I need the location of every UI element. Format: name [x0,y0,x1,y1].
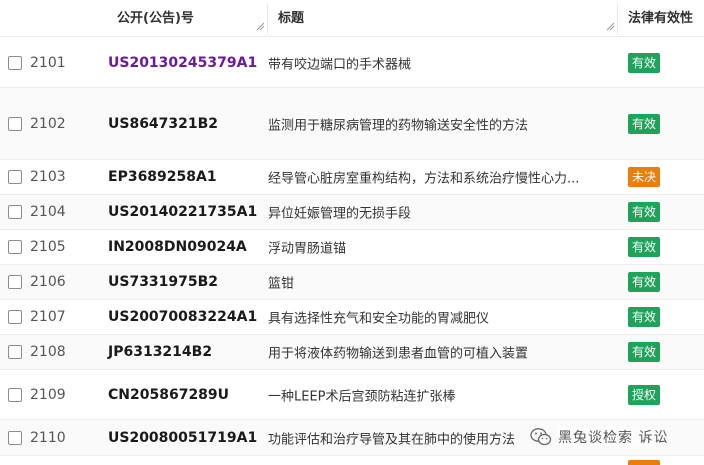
row-number: 2102 [30,115,66,132]
status-badge: 有效 [628,237,661,257]
status-badge: 有效 [628,307,661,327]
publication-number[interactable]: EP3689258A1 [108,169,217,185]
watermark: 黑兔谈检索 诉讼 [530,424,669,450]
row-number: 2103 [30,169,66,185]
table-row[interactable]: 2102 US8647321B2 监测用于糖尿病管理的药物输送安全性的方法 有效 [0,88,704,160]
column-header-legal-status[interactable]: 法律有效性 [628,0,693,37]
table-row[interactable]: 2103 EP3689258A1 经导管心脏房室重构结构，方法和系统治疗慢性心力..… [0,160,704,195]
row-checkbox[interactable] [8,55,22,70]
row-number: 2109 [30,386,66,403]
status-badge: 授权 [628,384,661,405]
table-row[interactable]: 2101 US20130245379A1 带有咬边端口的手术器械 有效 [0,38,704,88]
column-header-title[interactable]: 标题 [278,0,304,37]
publication-number[interactable]: US20140221735A1 [108,204,257,220]
publication-number[interactable]: US20130245379A1 [108,55,257,71]
column-divider [617,4,618,34]
column-divider [267,4,268,34]
publication-number[interactable]: US8647321B2 [108,116,218,132]
patent-title: 经导管心脏房室重构结构，方法和系统治疗慢性心力... [268,171,580,187]
status-badge-partial [628,460,660,465]
row-checkbox[interactable] [8,310,22,324]
publication-number[interactable]: US20080051719A1 [108,430,257,446]
row-number: 2108 [30,344,66,360]
patent-title: 带有咬边端口的手术器械 [268,57,412,72]
status-badge: 有效 [628,52,661,73]
patent-title: 监测用于糖尿病管理的药物输送安全性的方法 [268,118,529,133]
publication-number[interactable]: IN2008DN09024A [108,239,247,255]
row-checkbox[interactable] [8,116,22,131]
row-number: 2107 [30,309,66,325]
patent-title: 浮动胃肠道锚 [268,241,347,257]
status-badge: 有效 [628,272,661,292]
patent-title: 具有选择性充气和安全功能的胃减肥仪 [268,311,490,327]
table-header: 公开(公告)号 标题 法律有效性 [0,0,704,37]
table-row[interactable]: 2106 US7331975B2 篮钳 有效 [0,265,704,300]
publication-number[interactable]: JP6313214B2 [108,344,212,360]
status-badge: 有效 [628,113,661,134]
row-checkbox[interactable] [8,170,22,184]
publication-number[interactable]: US20070083224A1 [108,309,257,325]
status-badge: 未决 [628,167,661,187]
row-number: 2110 [30,429,66,446]
row-number: 2101 [30,54,66,71]
column-header-publication-number[interactable]: 公开(公告)号 [117,0,194,37]
table-row[interactable]: 2108 JP6313214B2 用于将液体药物输送到患者血管的可植入装置 有效 [0,335,704,370]
row-checkbox[interactable] [8,430,22,445]
patent-title: 一种LEEP术后宫颈防粘连扩张棒 [268,389,456,404]
wechat-icon [530,428,552,446]
table-row[interactable]: 2104 US20140221735A1 异位妊娠管理的无损手段 有效 [0,195,704,230]
publication-number[interactable]: US7331975B2 [108,274,218,290]
table-row[interactable]: 2105 IN2008DN09024A 浮动胃肠道锚 有效 [0,230,704,265]
status-badge: 有效 [628,342,661,362]
row-checkbox[interactable] [8,205,22,219]
watermark-text: 黑兔谈检索 诉讼 [558,427,669,447]
row-checkbox[interactable] [8,240,22,254]
row-checkbox[interactable] [8,275,22,289]
row-number: 2105 [30,239,66,255]
row-checkbox[interactable] [8,345,22,359]
patent-title: 异位妊娠管理的无损手段 [268,206,412,222]
patent-title: 功能评估和治疗导管及其在肺中的使用方法 [268,432,516,447]
patent-title: 用于将液体药物输送到患者血管的可植入装置 [268,346,529,362]
table-row[interactable]: 2109 CN205867289U 一种LEEP术后宫颈防粘连扩张棒 授权 [0,370,704,420]
publication-number[interactable]: CN205867289U [108,387,229,403]
row-number: 2106 [30,274,66,290]
column-resize-handle[interactable] [256,22,265,31]
column-resize-handle[interactable] [606,22,615,31]
row-checkbox[interactable] [8,387,22,402]
status-badge: 有效 [628,202,661,222]
patent-title: 篮钳 [268,276,295,292]
table-row[interactable]: 2107 US20070083224A1 具有选择性充气和安全功能的胃减肥仪 有效 [0,300,704,335]
row-number: 2104 [30,204,66,220]
